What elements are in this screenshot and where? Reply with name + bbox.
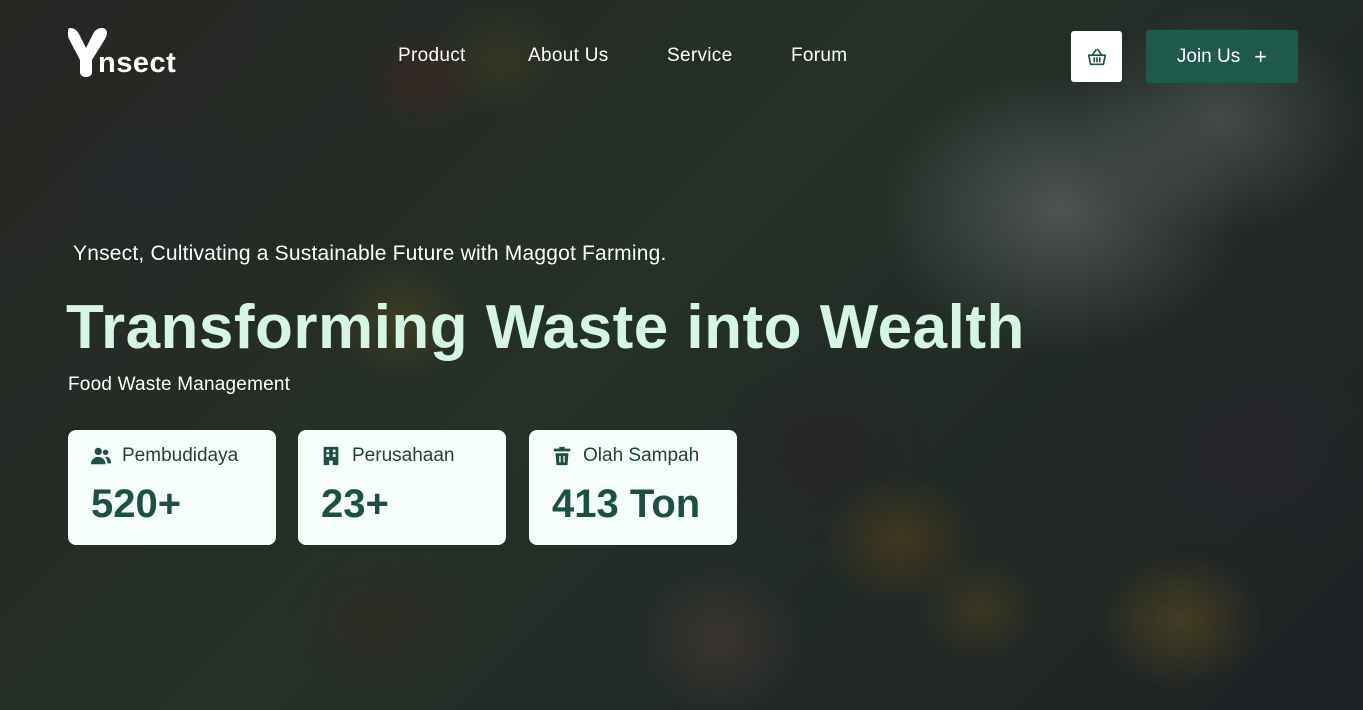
stat-label: Pembudidaya <box>122 445 239 466</box>
top-navigation-bar: nsect Product About Us Service Forum Joi… <box>0 0 1363 110</box>
nav-item-service[interactable]: Service <box>667 45 732 67</box>
hero-tagline: Ynsect, Cultivating a Sustainable Future… <box>73 242 667 265</box>
stat-card-olah-sampah: Olah Sampah 413 Ton <box>529 430 737 545</box>
brand-logo[interactable]: nsect <box>68 26 188 82</box>
users-icon <box>90 447 112 465</box>
stat-card-perusahaan: Perusahaan 23+ <box>298 430 506 545</box>
join-us-label: Join Us <box>1176 45 1241 67</box>
hero-headline: Transforming Waste into Wealth <box>66 293 1025 362</box>
stat-label: Perusahaan <box>352 445 455 466</box>
stat-value: 520+ <box>91 482 182 526</box>
nav-item-about-us[interactable]: About Us <box>528 45 609 67</box>
logo-wordmark: nsect <box>98 47 177 79</box>
nav-item-product[interactable]: Product <box>398 45 466 67</box>
stat-label: Olah Sampah <box>583 445 700 466</box>
trash-icon <box>553 446 571 466</box>
plus-icon: + <box>1254 43 1268 69</box>
stat-value: 413 Ton <box>552 482 701 526</box>
hero-subtitle: Food Waste Management <box>68 374 291 395</box>
join-us-button[interactable]: Join Us + <box>1146 30 1298 83</box>
basket-icon <box>1087 48 1106 65</box>
cart-button[interactable] <box>1071 31 1122 82</box>
nav-item-forum[interactable]: Forum <box>791 45 847 67</box>
building-icon <box>323 446 339 466</box>
stat-value: 23+ <box>321 482 389 526</box>
stat-card-pembudidaya: Pembudidaya 520+ <box>68 430 276 545</box>
